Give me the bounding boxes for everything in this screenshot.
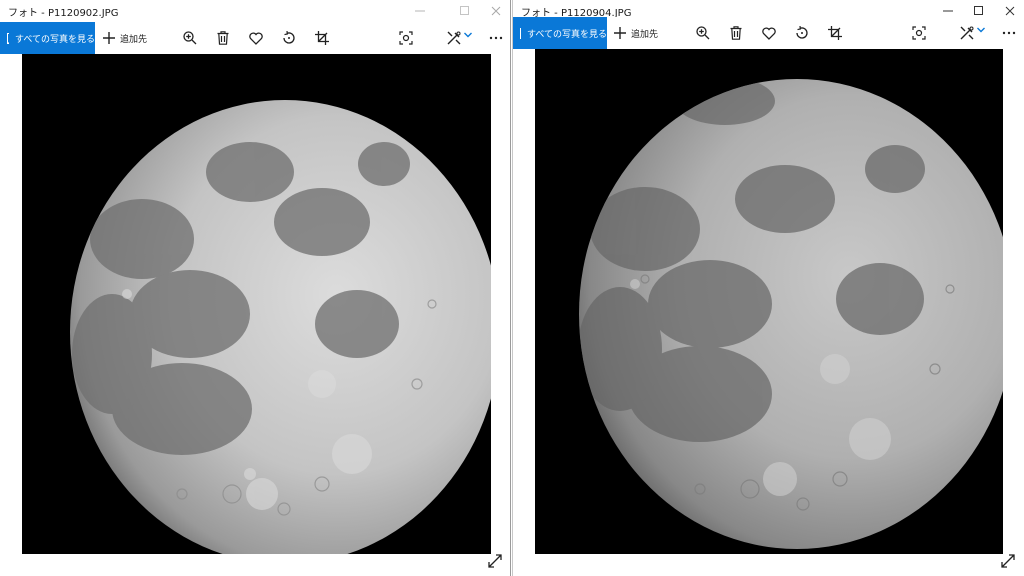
favorite-button[interactable] [242, 22, 270, 54]
zoom-button[interactable] [176, 22, 204, 54]
add-to-button[interactable]: 追加先 [103, 22, 147, 54]
more-icon [1002, 31, 1016, 35]
maximize-button[interactable] [450, 0, 480, 22]
expand-icon [1001, 554, 1015, 568]
minimize-icon [415, 10, 425, 12]
close-icon [1005, 6, 1015, 16]
crop-button[interactable] [308, 22, 336, 54]
heart-icon [762, 26, 776, 40]
plus-icon [614, 27, 626, 39]
delete-button[interactable] [209, 22, 237, 54]
more-icon [489, 36, 503, 40]
maximize-icon [460, 6, 469, 15]
crop-button[interactable] [821, 17, 849, 49]
fullscreen-button[interactable] [486, 552, 504, 570]
rotate-icon [796, 26, 808, 39]
slideshow-icon [399, 31, 413, 45]
toolbar: すべての写真を見る 追加先 [0, 22, 510, 54]
all-photos-button[interactable]: すべての写真を見る [0, 22, 95, 54]
edit-icon [447, 31, 460, 45]
all-photos-label: すべての写真を見る [526, 29, 607, 40]
edit-icon [960, 26, 973, 40]
slideshow-button[interactable] [392, 22, 420, 54]
edit-button[interactable] [954, 17, 990, 49]
maximize-icon [974, 6, 983, 15]
photo-viewer[interactable] [535, 49, 1003, 554]
photos-icon [520, 27, 521, 39]
zoom-in-icon [696, 26, 710, 40]
more-button[interactable] [995, 17, 1023, 49]
zoom-in-icon [183, 31, 197, 45]
add-to-button[interactable]: 追加先 [614, 17, 658, 49]
heart-icon [249, 31, 263, 45]
rotate-button[interactable] [788, 17, 816, 49]
chevron-down-icon [463, 32, 472, 38]
moon-photo [22, 54, 491, 554]
photos-window-right: フォト - P1120904.JPG すべての写真を見る 追加先 [512, 0, 1024, 576]
photos-icon [7, 32, 9, 44]
toolbar: すべての写真を見る 追加先 [513, 17, 1024, 49]
fullscreen-button[interactable] [999, 552, 1017, 570]
favorite-button[interactable] [755, 17, 783, 49]
close-button[interactable] [481, 0, 510, 22]
expand-icon [488, 554, 502, 568]
add-to-label: 追加先 [631, 29, 659, 40]
plus-icon [103, 32, 115, 44]
title-bar[interactable]: フォト - P1120902.JPG [0, 0, 510, 22]
photos-window-left: フォト - P1120902.JPG すべての写真を見る 追加先 [0, 0, 511, 576]
more-button[interactable] [482, 22, 510, 54]
photo-viewer[interactable] [22, 54, 491, 554]
slideshow-button[interactable] [905, 17, 933, 49]
zoom-button[interactable] [689, 17, 717, 49]
crop-icon [315, 31, 329, 45]
minimize-icon [943, 10, 953, 12]
minimize-button[interactable] [405, 0, 435, 22]
all-photos-button[interactable]: すべての写真を見る [513, 17, 607, 49]
rotate-button[interactable] [275, 22, 303, 54]
rotate-icon [283, 31, 295, 44]
all-photos-label: すべての写真を見る [14, 34, 95, 45]
chevron-down-icon [976, 27, 985, 33]
close-icon [491, 6, 501, 16]
trash-icon [730, 26, 742, 40]
edit-button[interactable] [441, 22, 477, 54]
moon-photo [535, 49, 1003, 554]
trash-icon [217, 31, 229, 45]
slideshow-icon [912, 26, 926, 40]
window-title: フォト - P1120902.JPG [8, 8, 119, 19]
delete-button[interactable] [722, 17, 750, 49]
crop-icon [828, 26, 842, 40]
add-to-label: 追加先 [120, 34, 148, 45]
